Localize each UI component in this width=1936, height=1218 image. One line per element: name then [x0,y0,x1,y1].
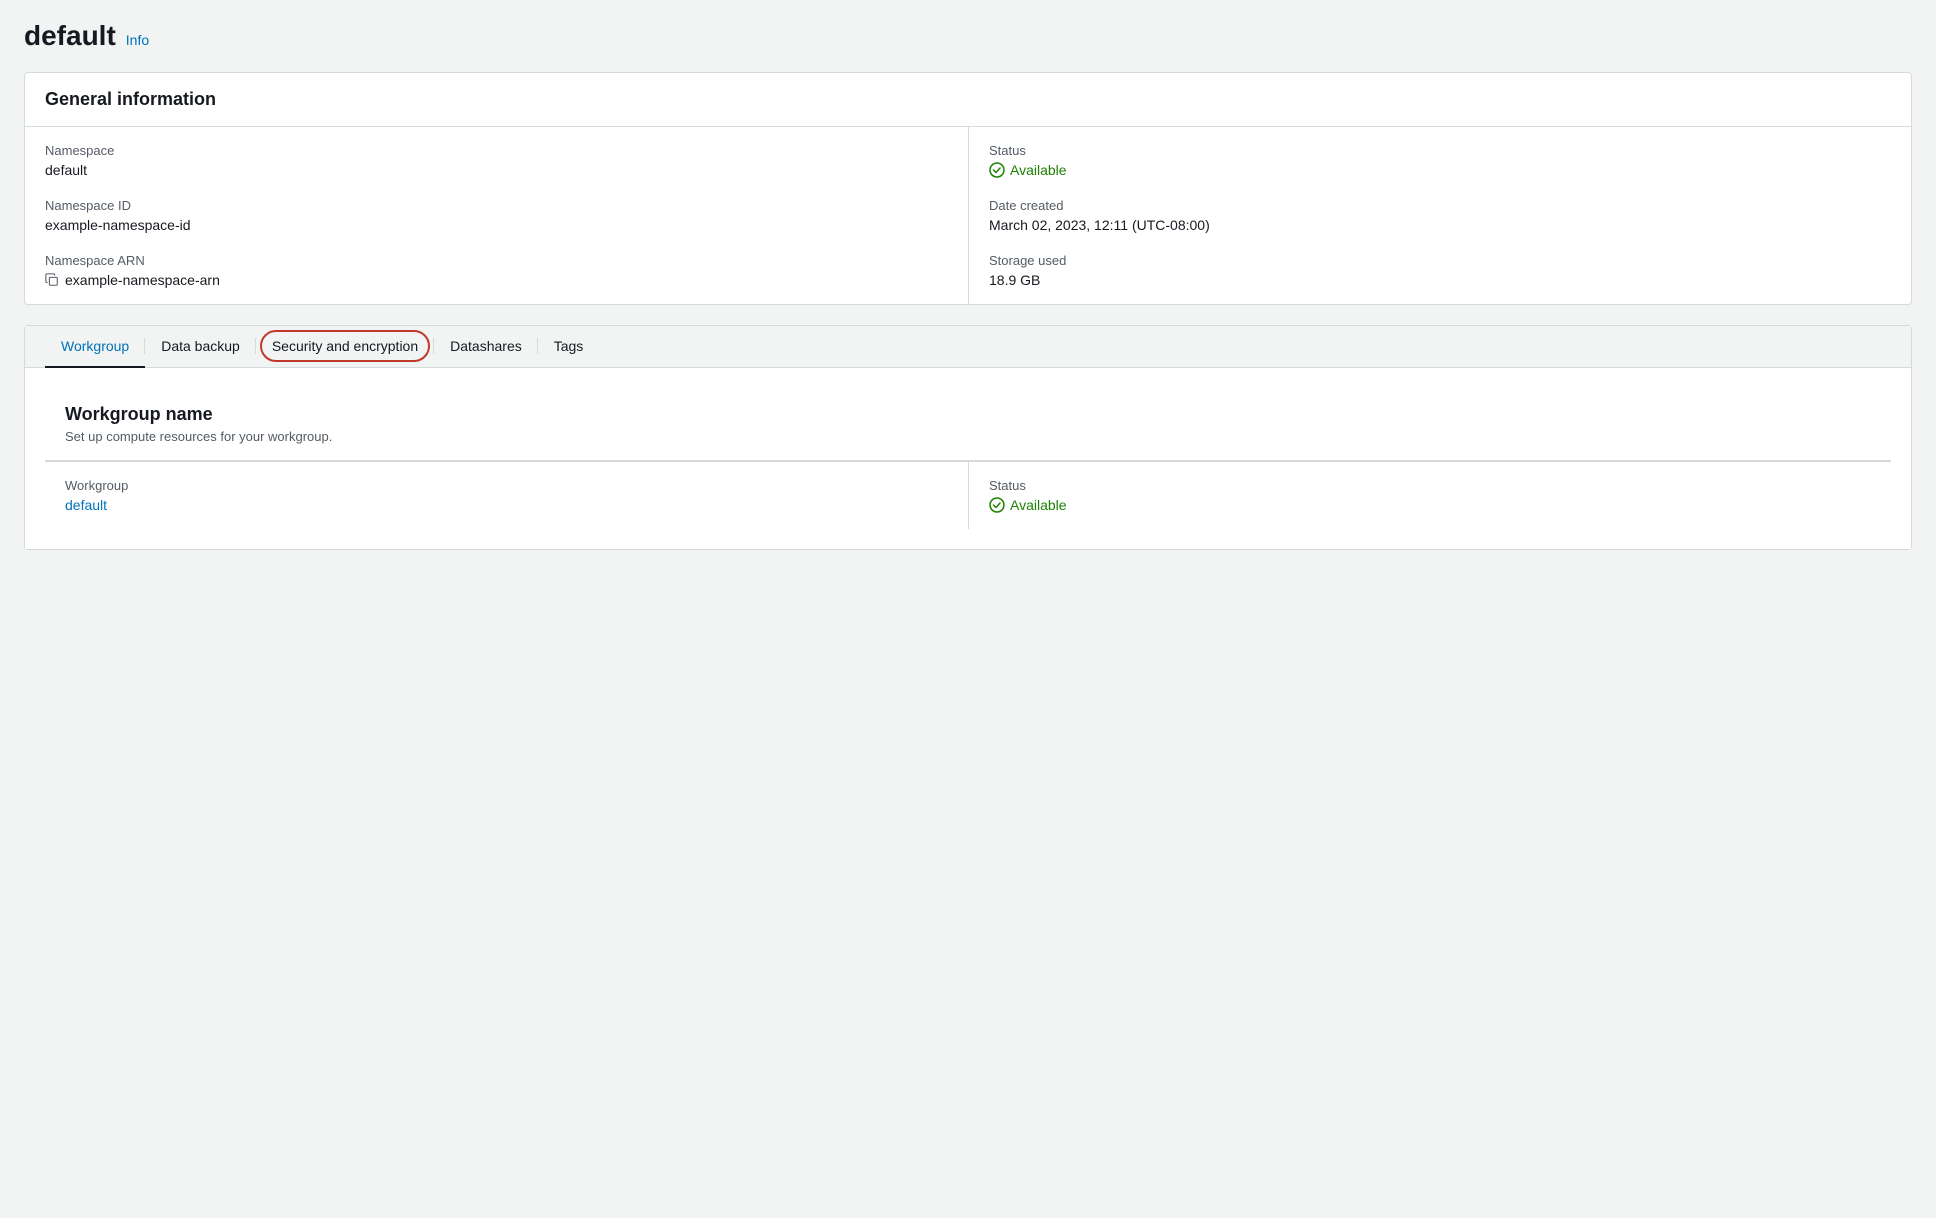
tab-datashares[interactable]: Datashares [434,326,538,368]
general-info-header: General information [25,73,1911,127]
tabs-header: Workgroup Data backup Security and encry… [25,326,1911,368]
namespace-value: default [45,162,948,178]
general-info-title: General information [45,89,216,109]
arn-text: example-namespace-arn [65,272,220,288]
namespace-arn-row: Namespace ARN example-namespace-arn [45,253,948,288]
page-title: default [24,20,116,52]
copy-icon[interactable] [45,273,59,287]
workgroup-info-grid: Workgroup default Status Available [45,461,1891,529]
page-header: default Info [24,20,1912,52]
workgroup-status-label: Status [989,478,1871,493]
namespace-id-label: Namespace ID [45,198,948,213]
workgroup-status-value: Available [989,497,1871,513]
info-badge[interactable]: Info [126,32,149,48]
info-left-column: Namespace default Namespace ID example-n… [25,127,968,304]
tabs-container: Workgroup Data backup Security and encry… [24,325,1912,550]
storage-used-label: Storage used [989,253,1891,268]
workgroup-status-col: Status Available [968,462,1891,529]
status-value: Available [989,162,1891,178]
namespace-id-value: example-namespace-id [45,217,948,233]
tab-content: Workgroup name Set up compute resources … [25,368,1911,549]
status-label: Status [989,143,1891,158]
info-right-column: Status Available Date created March 02, … [968,127,1911,304]
tab-data-backup[interactable]: Data backup [145,326,256,368]
general-info-card: General information Namespace default Na… [24,72,1912,305]
workgroup-section-title: Workgroup name [65,404,1871,425]
workgroup-section-header: Workgroup name Set up compute resources … [45,388,1891,461]
date-created-label: Date created [989,198,1891,213]
namespace-id-row: Namespace ID example-namespace-id [45,198,948,233]
namespace-label: Namespace [45,143,948,158]
namespace-row: Namespace default [45,143,948,178]
general-info-grid: Namespace default Namespace ID example-n… [25,127,1911,304]
status-available-icon [989,162,1005,178]
workgroup-col-value: default [65,497,948,513]
workgroup-status-icon [989,497,1005,513]
storage-used-value: 18.9 GB [989,272,1891,288]
tab-tags[interactable]: Tags [538,326,600,368]
tab-security-and-encryption[interactable]: Security and encryption [256,326,434,368]
date-created-row: Date created March 02, 2023, 12:11 (UTC-… [989,198,1891,233]
namespace-arn-value: example-namespace-arn [45,272,948,288]
namespace-arn-label: Namespace ARN [45,253,948,268]
storage-used-row: Storage used 18.9 GB [989,253,1891,288]
workgroup-section-subtitle: Set up compute resources for your workgr… [65,429,1871,444]
workgroup-col-label: Workgroup [65,478,948,493]
date-created-value: March 02, 2023, 12:11 (UTC-08:00) [989,217,1891,233]
workgroup-link[interactable]: default [65,497,107,513]
status-row: Status Available [989,143,1891,178]
tab-workgroup[interactable]: Workgroup [45,326,145,368]
status-text: Available [1010,162,1067,178]
workgroup-status-text: Available [1010,497,1067,513]
workgroup-name-col: Workgroup default [45,462,968,529]
